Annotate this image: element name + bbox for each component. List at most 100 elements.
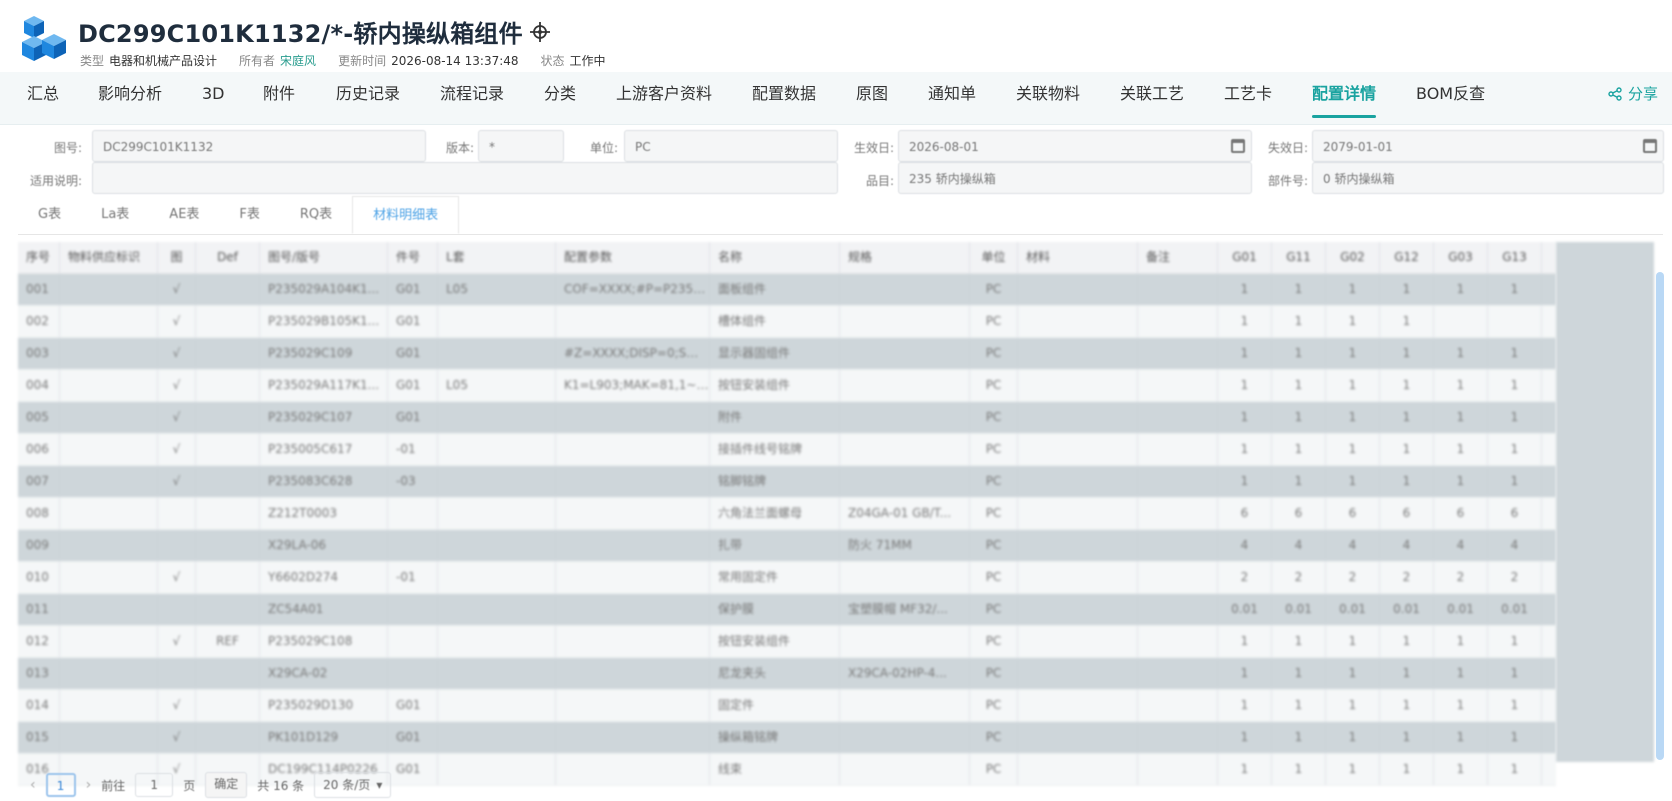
table-row[interactable]: 002 √ P235029B105K1... G01 槽体组件 PC 1 1 1 1 — [18, 306, 1556, 338]
table-cell — [556, 722, 710, 753]
table-cell — [196, 370, 260, 401]
column-header[interactable]: Def — [196, 242, 260, 273]
table-cell — [1138, 498, 1218, 529]
table-row[interactable]: 015 √ PK101D129 G01 操纵箱铭牌 PC 1 1 1 1 1 1 — [18, 722, 1556, 754]
usage-field[interactable] — [92, 162, 838, 194]
page-size-select[interactable]: 20 条/页 ▾ — [314, 772, 392, 798]
tab-classification[interactable]: 分类 — [544, 72, 576, 124]
table-cell — [438, 754, 556, 785]
subtab-la-table[interactable]: La表 — [81, 196, 149, 234]
tab-history[interactable]: 历史记录 — [336, 72, 400, 124]
subtab-f-table[interactable]: F表 — [219, 196, 279, 234]
table-row[interactable]: 001 √ P235029A104K1... G01 L05 COF=XXXX;#P=P2… — [18, 274, 1556, 306]
subtab-divider — [18, 234, 1663, 235]
column-header[interactable]: 配置参数 — [556, 242, 710, 273]
tab-related-materials[interactable]: 关联物料 — [1016, 72, 1080, 124]
table-row[interactable]: 009 X29LA-06 扎带 防火 71MM PC 4 4 4 4 4 4 — [18, 530, 1556, 562]
column-header[interactable]: 名称 — [710, 242, 840, 273]
subtab-rq-table[interactable]: RQ表 — [280, 196, 352, 234]
owner-link[interactable]: 宋庭风 — [280, 54, 316, 68]
column-header[interactable]: G12 — [1380, 242, 1434, 273]
table-cell: 1 — [1434, 274, 1488, 305]
product-field[interactable]: 235 轿内操纵箱 — [898, 162, 1252, 194]
vertical-scrollbar[interactable] — [1656, 272, 1664, 760]
tab-attachments[interactable]: 附件 — [263, 72, 295, 124]
tab-bom-reverse[interactable]: BOM反查 — [1416, 72, 1485, 124]
column-header[interactable]: G01 — [1218, 242, 1272, 273]
column-header[interactable]: 备注 — [1138, 242, 1218, 273]
table-row[interactable]: 003 √ P235029C109 G01 #Z=XXXX;DISP=0;SW=... 显… — [18, 338, 1556, 370]
calendar-icon[interactable] — [1231, 139, 1245, 153]
column-header[interactable]: G11 — [1272, 242, 1326, 273]
table-cell — [1018, 338, 1138, 369]
table-row[interactable]: 012 √ REF P235029C108 按钮安装组件 PC 1 1 1 1 1 1 — [18, 626, 1556, 658]
column-header[interactable]: 材料 — [1018, 242, 1138, 273]
subtab-material-details[interactable]: 材料明细表 — [352, 196, 460, 234]
goto-page-input[interactable]: 1 — [135, 773, 174, 797]
column-header[interactable]: 件号 — [388, 242, 438, 273]
crosshair-icon[interactable] — [529, 21, 551, 43]
unit-field[interactable]: PC — [624, 130, 838, 162]
table-cell — [196, 530, 260, 561]
tab-workflow-records[interactable]: 流程记录 — [440, 72, 504, 124]
share-button[interactable]: 分享 — [1608, 72, 1658, 116]
calendar-icon[interactable] — [1643, 139, 1657, 153]
table-row[interactable]: 010 √ Y6602D274 -01 常用固定件 PC 2 2 2 2 2 2 — [18, 562, 1556, 594]
table-row[interactable]: 008 Z212T0003 六角法兰面螺母 Z04GA-01 GB/T... PC 6 6 6… — [18, 498, 1556, 530]
tab-summary[interactable]: 汇总 — [27, 72, 59, 124]
prev-page-icon[interactable]: ‹ — [30, 777, 36, 793]
version-field[interactable]: * — [478, 130, 564, 162]
table-cell — [1138, 690, 1218, 721]
table-row[interactable]: 013 X29CA-02 尼龙夹头 X29CA-02HP-4... PC 1 1 1 1 1 1 — [18, 658, 1556, 690]
table-cell: 6 — [1218, 498, 1272, 529]
tab-impact-analysis[interactable]: 影响分析 — [98, 72, 162, 124]
column-header[interactable]: 物料供应标识 — [60, 242, 158, 273]
tab-original-drawing[interactable]: 原图 — [856, 72, 888, 124]
table-cell — [60, 370, 158, 401]
subtab-ae-table[interactable]: AE表 — [149, 196, 219, 234]
table-row[interactable]: 004 √ P235029A117K1... G01 L05 K1=L903;MAK=81… — [18, 370, 1556, 402]
table-row[interactable]: 014 √ P235029D130 G01 固定件 PC 1 1 1 1 1 1 — [18, 690, 1556, 722]
table-cell — [438, 402, 556, 433]
column-header[interactable]: G13 — [1488, 242, 1542, 273]
table-cell: 六角法兰面螺母 — [710, 498, 840, 529]
table-row[interactable]: 006 √ P235005C617 -01 接插件线号铭牌 PC 1 1 1 1 1 1 — [18, 434, 1556, 466]
next-page-icon[interactable]: › — [86, 777, 92, 793]
table-cell: 1 — [1272, 754, 1326, 785]
table-cell — [840, 338, 970, 369]
table-cell: X29CA-02HP-4... — [840, 658, 970, 689]
part-field[interactable]: 0 轿内操纵箱 — [1312, 162, 1664, 194]
tab-process-card[interactable]: 工艺卡 — [1224, 72, 1272, 124]
expire-date-field[interactable]: 2079-01-01 — [1312, 130, 1664, 162]
subtab-g-table[interactable]: G表 — [18, 196, 81, 234]
drawing-no-field[interactable]: DC299C101K1132 — [92, 130, 426, 162]
column-header[interactable]: 序号 — [18, 242, 60, 273]
table-cell — [840, 370, 970, 401]
effective-date-field[interactable]: 2026-08-01 — [898, 130, 1252, 162]
tab-related-process[interactable]: 关联工艺 — [1120, 72, 1184, 124]
column-header[interactable]: G02 — [1326, 242, 1380, 273]
table-row[interactable]: 011 ZC54A01 保护膜 宝塑膜帽 MF32/... PC 0.01 0.01 0.01… — [18, 594, 1556, 626]
tab-upstream-customer[interactable]: 上游客户资料 — [616, 72, 712, 124]
column-header[interactable]: 单位 — [970, 242, 1018, 273]
tab-config-details[interactable]: 配置详情 — [1312, 72, 1377, 124]
tab-notices[interactable]: 通知单 — [928, 72, 976, 124]
table-cell: 005 — [18, 402, 60, 433]
column-header[interactable]: G03 — [1434, 242, 1488, 273]
table-row[interactable]: 005 √ P235029C107 G01 附件 PC 1 1 1 1 1 1 — [18, 402, 1556, 434]
table-row[interactable]: 007 √ P235083C628 -03 铭脚铭牌 PC 1 1 1 1 1 1 — [18, 466, 1556, 498]
column-header[interactable]: L套 — [438, 242, 556, 273]
table-cell: 1 — [1272, 722, 1326, 753]
table-cell: 扎带 — [710, 530, 840, 561]
column-header[interactable]: 图 — [158, 242, 196, 273]
table-cell: P235005C617 — [260, 434, 388, 465]
page-number-current[interactable]: 1 — [45, 773, 76, 797]
table-cell: 4 — [1218, 530, 1272, 561]
tab-config-data[interactable]: 配置数据 — [752, 72, 816, 124]
column-header[interactable]: 规格 — [840, 242, 970, 273]
table-cell — [60, 562, 158, 593]
table-cell: 4 — [1326, 530, 1380, 561]
column-header[interactable]: 图号/版号 — [260, 242, 388, 273]
tab-3d[interactable]: 3D — [202, 72, 225, 124]
confirm-button[interactable]: 确定 — [205, 772, 248, 798]
